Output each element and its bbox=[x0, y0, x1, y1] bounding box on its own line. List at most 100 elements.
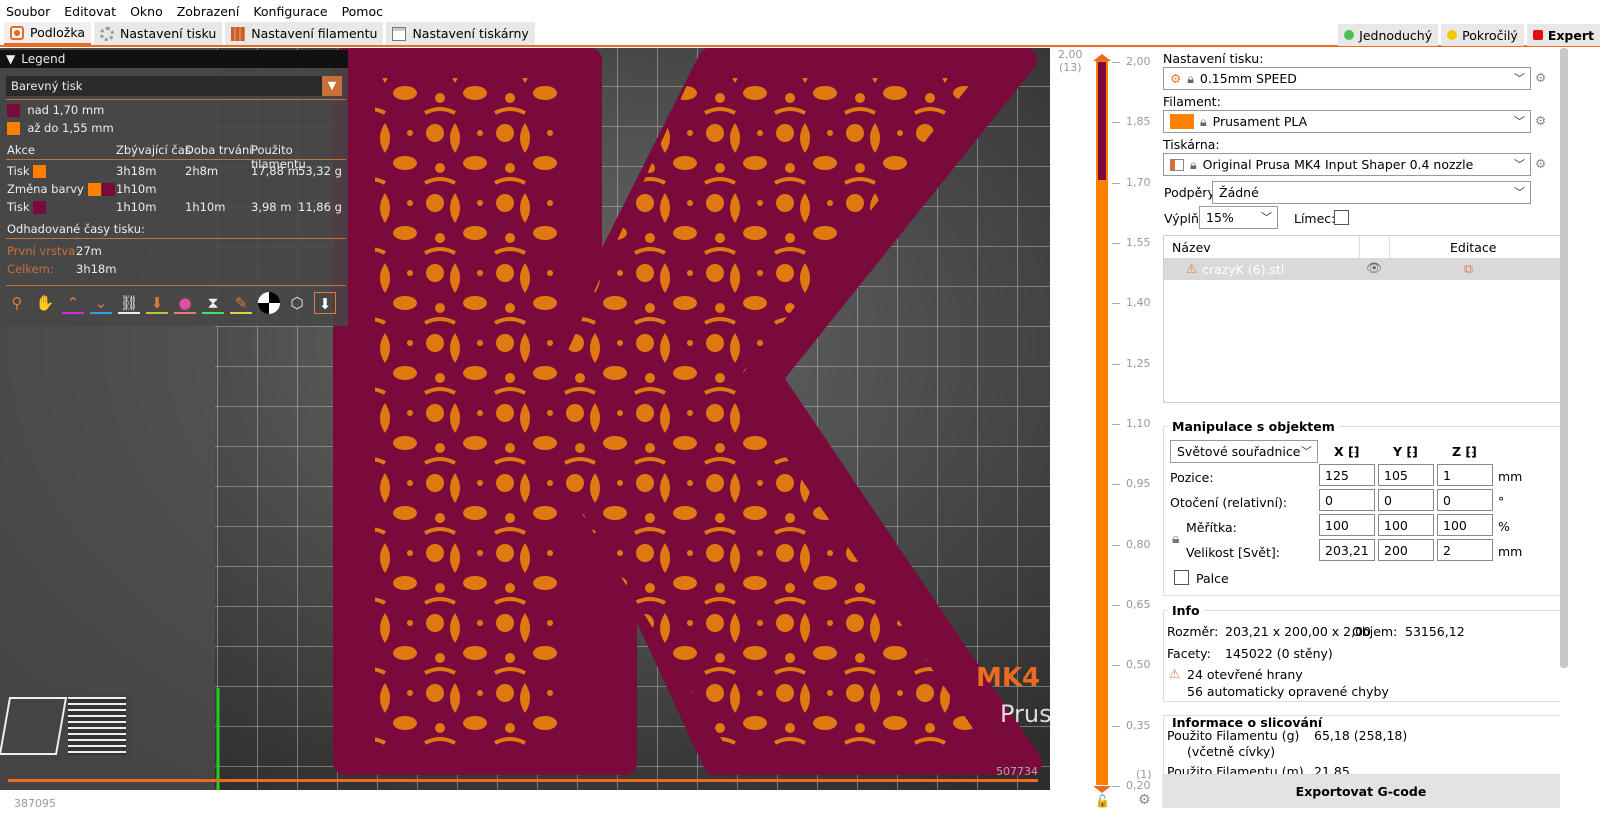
menu-pomoc[interactable]: Pomoc bbox=[342, 4, 383, 19]
manip-row-label: Pozice: bbox=[1170, 470, 1214, 485]
layer-tick bbox=[1112, 665, 1120, 667]
scale-lock-icon[interactable]: 🔒︎ bbox=[1172, 531, 1179, 547]
seams-icon[interactable]: ⛓ bbox=[118, 292, 140, 314]
printer-select[interactable]: 🔒︎ Original Prusa MK4 Input Shaper 0.4 no… bbox=[1163, 153, 1531, 176]
tab-label: Nastavení filamentu bbox=[251, 26, 378, 41]
bed-brand-text: Prus bbox=[1000, 700, 1050, 728]
layer-tick-label: 1,40 bbox=[1126, 296, 1151, 310]
col-header: Doba trvání bbox=[185, 143, 253, 157]
legend-toolbar: ⚲ ✋ ⌃ ⌄ ⛓ ⬇ ● ⧗ ✎ ⬡ ⬇ bbox=[6, 292, 336, 314]
top-layer-height: 2,00 bbox=[1058, 48, 1083, 61]
center-of-gravity-icon[interactable] bbox=[258, 292, 280, 314]
printer-label: Tiskárna: bbox=[1163, 137, 1220, 152]
filament-select[interactable]: 🔒︎ Prusament PLA ﹀ bbox=[1163, 110, 1531, 133]
mode-expert[interactable]: Expert bbox=[1526, 24, 1600, 46]
custom-gcode-icon[interactable]: ✎ bbox=[230, 292, 252, 314]
layer-tick bbox=[1112, 363, 1120, 365]
tab-plater[interactable]: Podložka bbox=[4, 22, 92, 45]
manip-input-y[interactable]: 100 bbox=[1378, 514, 1434, 536]
export-gcode-button[interactable]: Exportovat G-code bbox=[1162, 775, 1560, 808]
gear-icon bbox=[100, 26, 115, 41]
manip-input-z[interactable]: 2 bbox=[1437, 539, 1493, 561]
plater-icon bbox=[10, 25, 24, 40]
layer-tick bbox=[1112, 243, 1120, 244]
retractions-icon[interactable]: ⌃ bbox=[62, 292, 84, 314]
eye-icon[interactable]: 👁︎ bbox=[1366, 260, 1382, 276]
tab-filament-settings[interactable]: Nastavení filamentu bbox=[225, 22, 384, 45]
legend-header[interactable]: ▼ Legend bbox=[0, 50, 348, 68]
slider-range-lower bbox=[1096, 180, 1108, 785]
settings-cog-icon[interactable]: ⚙ bbox=[1535, 113, 1546, 128]
view-type-select[interactable]: Barevný tisk ▼ bbox=[6, 76, 342, 96]
slider-range-upper bbox=[1096, 60, 1108, 180]
top-thumb[interactable] bbox=[1093, 54, 1111, 61]
inches-checkbox[interactable] bbox=[1174, 570, 1189, 585]
manip-input-x[interactable]: 125 bbox=[1319, 464, 1375, 486]
menu-zobrazeni[interactable]: Zobrazení bbox=[177, 4, 240, 19]
mode-label: Expert bbox=[1547, 27, 1594, 43]
chevron-down-icon: ﹀ bbox=[1514, 115, 1525, 128]
menu-soubor[interactable]: Soubor bbox=[6, 4, 50, 19]
color-changes-icon[interactable]: ● bbox=[174, 292, 196, 314]
tool-changes-icon[interactable]: ⬇ bbox=[146, 292, 168, 314]
manip-input-x[interactable]: 100 bbox=[1319, 514, 1375, 536]
axis-y: Y ⁅⁆ bbox=[1393, 444, 1418, 459]
manip-input-x[interactable]: 203,21 bbox=[1319, 539, 1375, 561]
tab-label: Nastavení tiskárny bbox=[412, 26, 529, 41]
pause-icon[interactable]: ⧗ bbox=[202, 292, 224, 314]
menu-konfigurace[interactable]: Konfigurace bbox=[253, 4, 327, 19]
settings-cog-icon[interactable]: ⚙ bbox=[1138, 792, 1151, 808]
menu-bar: Soubor Editovat Okno Zobrazení Konfigura… bbox=[0, 0, 1600, 22]
menu-editovat[interactable]: Editovat bbox=[64, 4, 116, 19]
first-layer-label: První vrstva: bbox=[7, 244, 80, 258]
layer-slider[interactable]: 2,00 (13) 2,00 1,85 1,70 1,55 1,40 1,25 1,10 0,9… bbox=[1050, 48, 1160, 824]
axis-x: X ⁅⁆ bbox=[1334, 444, 1360, 459]
layer-tick-label: 0,35 bbox=[1126, 718, 1151, 732]
coordinate-system-select[interactable]: Světové souřadnice ﹀ bbox=[1170, 440, 1318, 463]
edit-icon[interactable]: ⧉ bbox=[1464, 261, 1473, 277]
supports-select[interactable]: Žádné ﹀ bbox=[1212, 181, 1531, 204]
print-settings-label: Nastavení tisku: bbox=[1163, 51, 1264, 66]
shells-icon[interactable]: ⬡ bbox=[286, 292, 308, 314]
bottom-thumb[interactable] bbox=[1093, 786, 1111, 793]
3d-view-icon[interactable] bbox=[0, 697, 68, 755]
print-settings-select[interactable]: ⚙ 🔒︎ 0.15mm SPEED ﹀ bbox=[1163, 67, 1531, 90]
deretractions-icon[interactable]: ⌄ bbox=[90, 292, 112, 314]
object-manipulation-group: Manipulace s objektem Světové souřadnice… bbox=[1163, 419, 1560, 596]
filament-color-swatch[interactable] bbox=[1170, 114, 1194, 129]
settings-cog-icon[interactable]: ⚙ bbox=[1535, 70, 1546, 85]
manip-input-z[interactable]: 0 bbox=[1437, 489, 1493, 511]
layer-tick bbox=[1112, 484, 1120, 486]
menu-okno[interactable]: Okno bbox=[130, 4, 163, 19]
travel-icon[interactable]: ⚲ bbox=[6, 292, 28, 314]
unit-label: mm bbox=[1498, 469, 1523, 484]
tab-printer-settings[interactable]: Nastavení tiskárny bbox=[386, 22, 535, 45]
brim-checkbox[interactable] bbox=[1334, 210, 1349, 225]
horizontal-slider[interactable] bbox=[8, 779, 1038, 782]
top-layer-number: (13) bbox=[1058, 61, 1082, 74]
wipe-icon[interactable]: ✋ bbox=[34, 292, 56, 314]
tool-marker-icon[interactable]: ⬇ bbox=[314, 292, 336, 314]
total-time: 3h18m bbox=[76, 262, 117, 276]
manip-input-y[interactable]: 0 bbox=[1378, 489, 1434, 511]
manip-input-z[interactable]: 1 bbox=[1437, 464, 1493, 486]
printer-icon bbox=[392, 26, 407, 41]
manip-input-y[interactable]: 200 bbox=[1378, 539, 1434, 561]
unit-label: ° bbox=[1498, 494, 1505, 509]
h-slider-left-value: 387095 bbox=[14, 797, 56, 810]
mode-advanced[interactable]: Pokročilý bbox=[1441, 24, 1524, 46]
object-row[interactable]: ⚠ crazyK (6).stl 👁︎ ⧉ bbox=[1164, 258, 1561, 280]
infill-select[interactable]: 15% ﹀ bbox=[1199, 206, 1278, 229]
tab-print-settings[interactable]: Nastavení tisku bbox=[94, 22, 223, 45]
manip-input-x[interactable]: 0 bbox=[1319, 489, 1375, 511]
lock-icon[interactable]: 🔓 bbox=[1095, 794, 1110, 808]
estimated-times-label: Odhadované časy tisku: bbox=[7, 222, 145, 236]
sidebar-scrollbar[interactable] bbox=[1560, 48, 1568, 668]
mode-simple[interactable]: Jednoduchý bbox=[1338, 24, 1439, 46]
manip-input-z[interactable]: 100 bbox=[1437, 514, 1493, 536]
view-type-value: Barevný tisk bbox=[11, 79, 83, 93]
manip-input-y[interactable]: 105 bbox=[1378, 464, 1434, 486]
preview-layers-icon[interactable] bbox=[68, 697, 126, 755]
settings-cog-icon[interactable]: ⚙ bbox=[1535, 156, 1546, 171]
layer-tick-label: 0,50 bbox=[1126, 658, 1151, 672]
